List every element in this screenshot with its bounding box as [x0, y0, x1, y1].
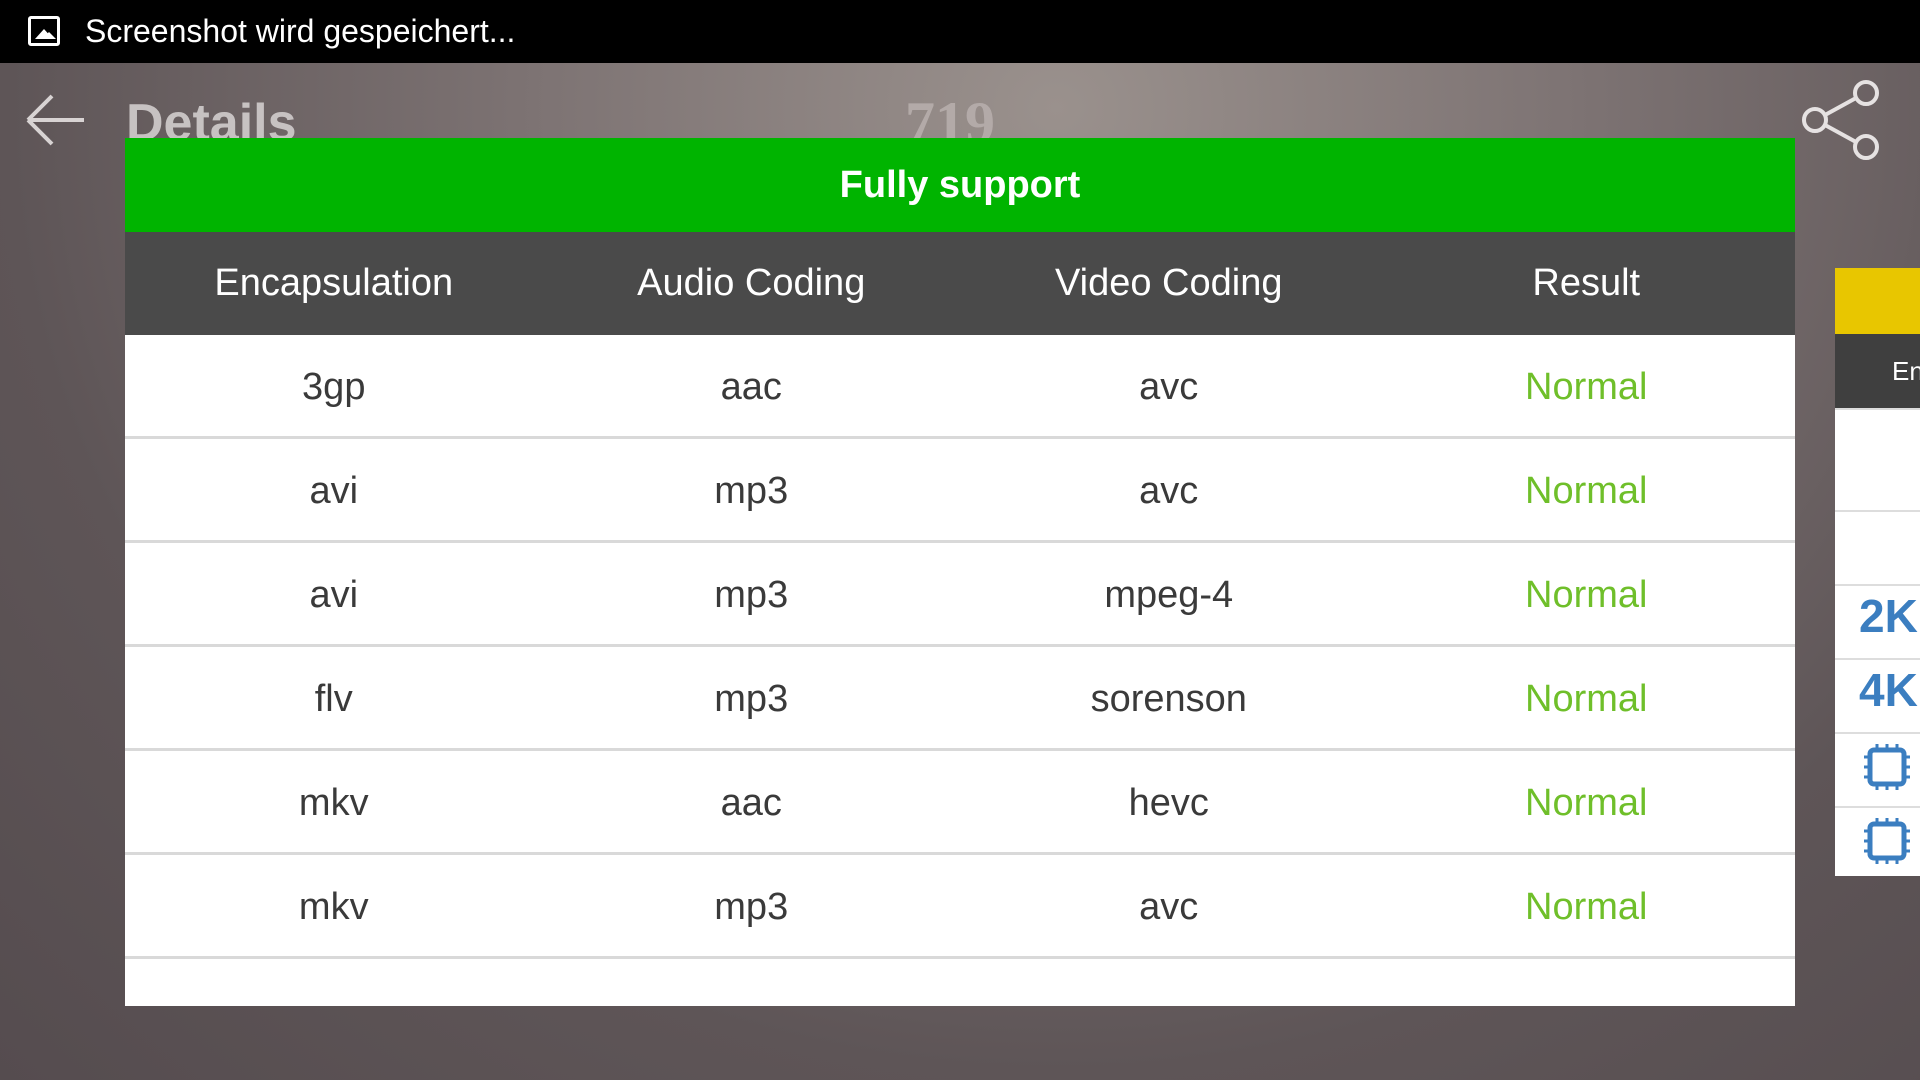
side-panel-column-header: En — [1835, 334, 1920, 408]
side-divider — [1835, 732, 1920, 735]
cell-audio-coding: mp3 — [714, 886, 789, 928]
cell-encapsulation: mkv — [298, 782, 369, 824]
cell-video-coding: avc — [1139, 470, 1199, 512]
table-row: flv mp3 sorenson Normal — [125, 647, 1795, 751]
table-row: 3gp aac avc Normal — [125, 335, 1795, 439]
cell-encapsulation: avi — [309, 574, 359, 616]
side-divider — [1835, 658, 1920, 661]
cpu-icon — [1864, 818, 1910, 864]
cell-video-coding: sorenson — [1090, 678, 1247, 720]
cell-audio-coding: aac — [720, 366, 782, 408]
side-panel-header — [1835, 268, 1920, 334]
column-header-video-coding: Video Coding — [1055, 262, 1283, 304]
cpu-icon — [1864, 744, 1910, 790]
side-panel: En 2K 4K — [1835, 268, 1920, 876]
cell-encapsulation: mkv — [298, 886, 369, 928]
cell-encapsulation: 3gp — [302, 366, 366, 408]
arrow-left-icon[interactable] — [22, 87, 88, 153]
status-text: Screenshot wird gespeichert... — [85, 13, 516, 49]
status-bar: Screenshot wird gespeichert... — [0, 0, 1920, 63]
cell-video-coding: mpeg-4 — [1104, 574, 1234, 616]
cell-audio-coding: mp3 — [714, 678, 789, 720]
cell-result: Normal — [1525, 574, 1648, 616]
cell-audio-coding: aac — [720, 782, 782, 824]
column-header-result: Result — [1532, 262, 1641, 304]
side-divider — [1835, 806, 1920, 809]
side-divider — [1835, 408, 1920, 411]
cell-video-coding: avc — [1139, 366, 1199, 408]
image-icon — [28, 16, 60, 46]
column-header-audio-coding: Audio Coding — [637, 262, 866, 304]
table-body[interactable]: 3gp aac avc Normal avi mp3 avc Normal av… — [125, 335, 1795, 959]
cell-result: Normal — [1525, 678, 1648, 720]
table-header: Encapsulation Audio Coding Video Coding … — [125, 232, 1795, 335]
cell-encapsulation: avi — [309, 470, 359, 512]
table-row: mkv aac hevc Normal — [125, 751, 1795, 855]
cell-result: Normal — [1525, 782, 1648, 824]
dialog-title: Fully support — [125, 138, 1795, 232]
2k-badge-icon: 2K — [1859, 590, 1918, 642]
table-row: avi mp3 mpeg-4 Normal — [125, 543, 1795, 647]
share-icon[interactable] — [1798, 78, 1883, 163]
cell-video-coding: hevc — [1128, 782, 1209, 824]
column-header-encapsulation: Encapsulation — [214, 262, 454, 304]
4k-badge-icon: 4K — [1859, 664, 1918, 716]
support-dialog[interactable]: Fully support Encapsulation Audio Coding… — [125, 138, 1795, 1006]
cell-encapsulation: flv — [314, 678, 353, 720]
cell-result: Normal — [1525, 366, 1648, 408]
cell-result: Normal — [1525, 470, 1648, 512]
table-row: avi mp3 avc Normal — [125, 439, 1795, 543]
table-row: mkv mp3 avc Normal — [125, 855, 1795, 959]
cell-result: Normal — [1525, 886, 1648, 928]
cell-audio-coding: mp3 — [714, 470, 789, 512]
cell-audio-coding: mp3 — [714, 574, 789, 616]
side-divider — [1835, 584, 1920, 587]
cell-video-coding: avc — [1139, 886, 1199, 928]
side-divider — [1835, 510, 1920, 513]
